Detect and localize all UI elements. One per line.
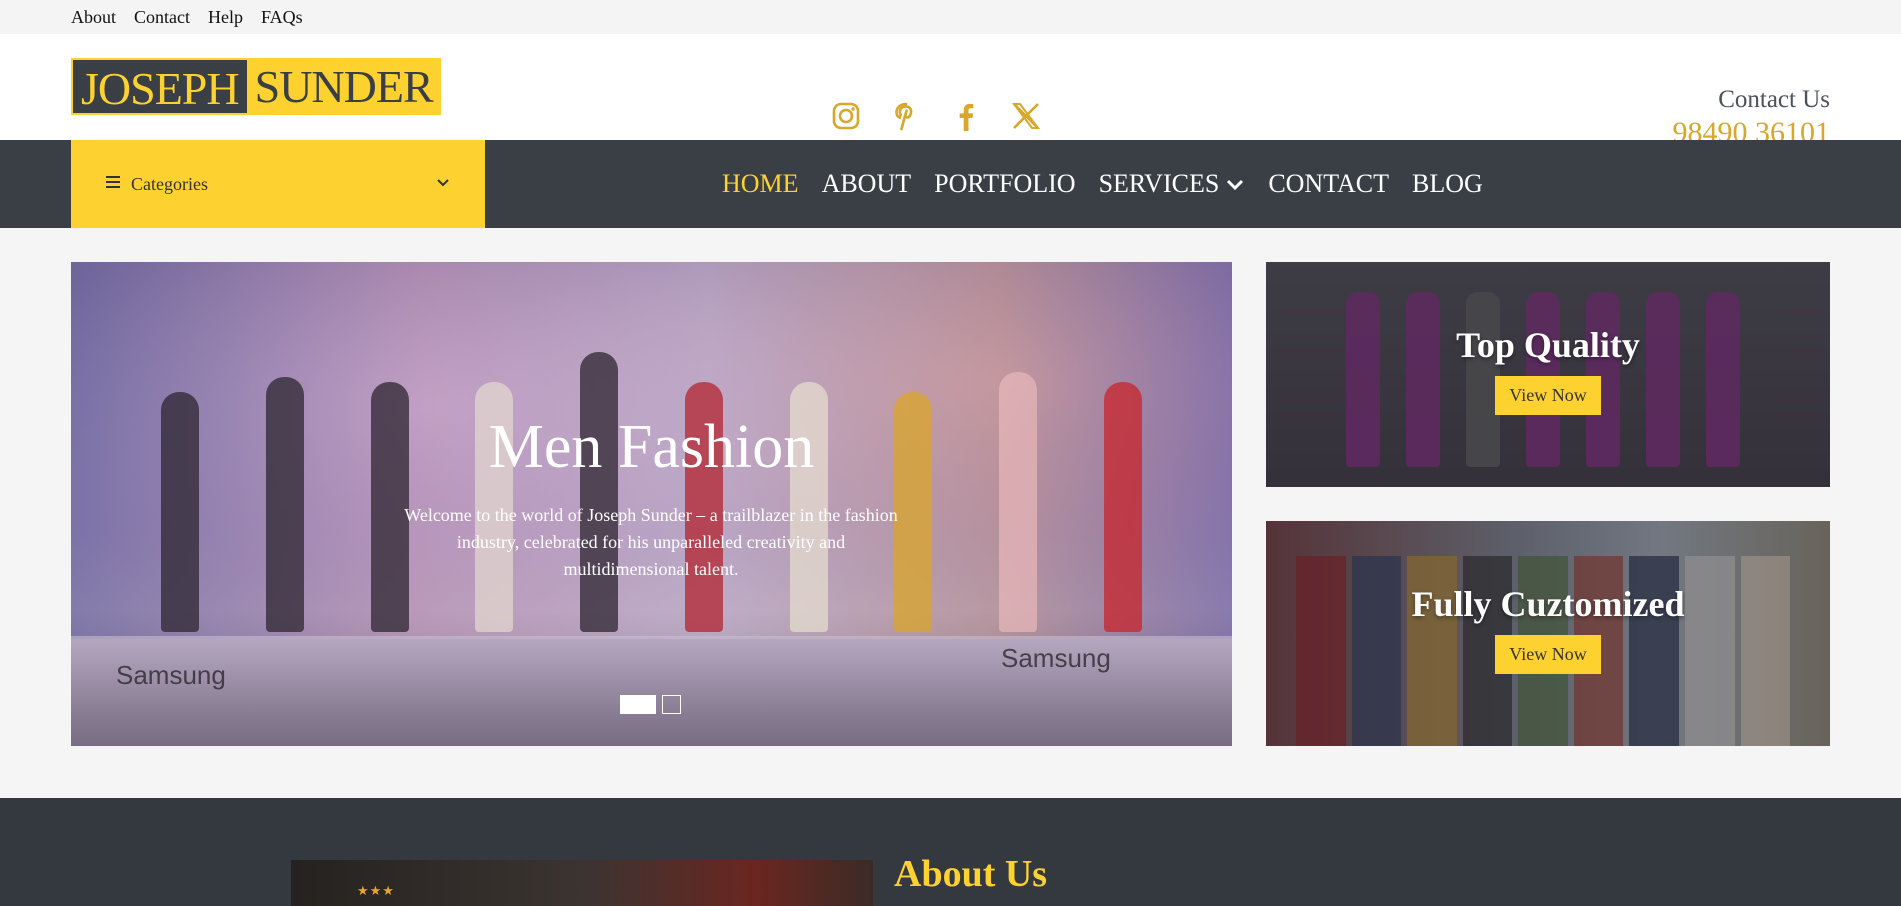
chevron-down-icon bbox=[1227, 179, 1244, 191]
nav-menu: HOME ABOUT PORTFOLIO SERVICES CONTACT BL… bbox=[722, 140, 1483, 228]
promo-title: Top Quality bbox=[1456, 325, 1640, 365]
site-logo[interactable]: JOSEPH SUNDER bbox=[71, 58, 441, 115]
top-link-contact[interactable]: Contact bbox=[134, 7, 190, 28]
top-link-help[interactable]: Help bbox=[208, 7, 243, 28]
nav-item-home[interactable]: HOME bbox=[722, 169, 799, 199]
stars-decoration-icon: ★★★ bbox=[357, 884, 395, 899]
promo-card-customized: Fully Cuztomized View Now bbox=[1266, 521, 1830, 746]
hero-description: Welcome to the world of Joseph Sunder – … bbox=[404, 505, 898, 579]
contact-title: Contact Us bbox=[1718, 86, 1830, 113]
main-navigation: Categories HOME ABOUT PORTFOLIO SERVICES… bbox=[0, 140, 1901, 228]
logo-text-part1: JOSEPH bbox=[71, 58, 247, 115]
chevron-down-icon bbox=[435, 174, 451, 194]
hero-slider[interactable]: Samsung Samsung Men Fashion Welcome to t… bbox=[71, 262, 1232, 746]
instagram-icon[interactable] bbox=[828, 98, 864, 134]
nav-item-services[interactable]: SERVICES bbox=[1099, 169, 1246, 199]
x-icon[interactable] bbox=[1008, 98, 1044, 134]
view-now-button[interactable]: View Now bbox=[1495, 635, 1601, 674]
nav-item-portfolio[interactable]: PORTFOLIO bbox=[934, 169, 1075, 199]
facebook-icon[interactable] bbox=[948, 98, 984, 134]
about-heading: About Us bbox=[894, 853, 1048, 895]
categories-dropdown[interactable]: Categories bbox=[71, 140, 485, 228]
categories-label: Categories bbox=[131, 173, 208, 194]
promo-card-top-quality: Top Quality View Now bbox=[1266, 262, 1830, 487]
top-link-about[interactable]: About bbox=[71, 7, 116, 28]
about-section: ★★★ About Us bbox=[0, 798, 1901, 906]
about-image: ★★★ bbox=[291, 860, 873, 906]
site-header: JOSEPH SUNDER Contact Us 98490 36101 bbox=[0, 34, 1901, 149]
top-links-bar: About Contact Help FAQs bbox=[0, 0, 1901, 34]
logo-text-part2: SUNDER bbox=[246, 58, 441, 115]
pinterest-icon[interactable] bbox=[888, 98, 924, 134]
promo-overlay bbox=[1266, 262, 1830, 487]
hero-brand-right: Samsung bbox=[1001, 643, 1111, 673]
nav-item-services-label: SERVICES bbox=[1098, 169, 1220, 198]
promo-title: Fully Cuztomized bbox=[1411, 584, 1685, 624]
slider-dot-2[interactable] bbox=[662, 695, 681, 714]
hero-brand-left: Samsung bbox=[116, 660, 226, 690]
slider-dots bbox=[620, 695, 681, 714]
top-link-faqs[interactable]: FAQs bbox=[261, 7, 303, 28]
social-links bbox=[828, 98, 1044, 134]
slider-dot-1[interactable] bbox=[620, 695, 656, 714]
hero-title: Men Fashion bbox=[488, 413, 815, 481]
menu-icon bbox=[105, 174, 121, 194]
nav-item-blog[interactable]: BLOG bbox=[1412, 169, 1483, 199]
nav-item-contact[interactable]: CONTACT bbox=[1268, 169, 1389, 199]
promo-overlay bbox=[1266, 521, 1830, 746]
nav-item-about[interactable]: ABOUT bbox=[822, 169, 912, 199]
view-now-button[interactable]: View Now bbox=[1495, 376, 1601, 415]
